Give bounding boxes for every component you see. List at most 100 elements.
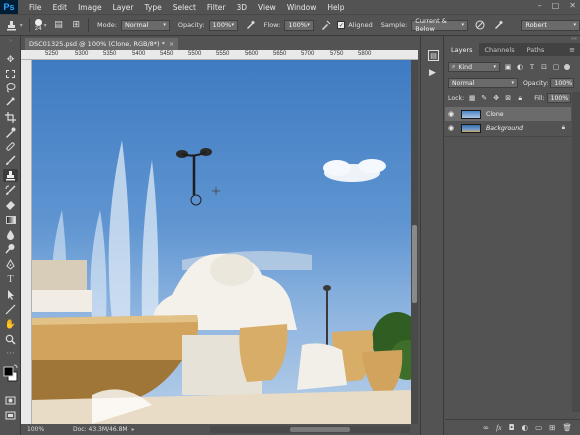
zoom-level[interactable]: 100% (21, 426, 55, 433)
new-adjustment-layer-icon[interactable]: ◐ (522, 423, 529, 432)
collapse-panel-icon[interactable]: «« (571, 36, 577, 42)
brush-settings-panel-icon[interactable]: ▤ (53, 19, 65, 31)
mode-select[interactable]: Normal ▾ (120, 19, 170, 31)
actions-panel-icon[interactable]: ▶ (429, 68, 436, 78)
dodge-icon[interactable] (3, 242, 18, 255)
fill-field[interactable]: 100% (546, 93, 571, 103)
zoom-icon[interactable] (3, 333, 18, 346)
gradient-icon[interactable] (3, 213, 18, 226)
layer-row-clone[interactable]: ◉ Clone (445, 107, 571, 121)
chevron-down-icon[interactable]: ▾ (20, 22, 23, 29)
workspace-select[interactable]: Robert ▾ (521, 19, 580, 31)
shape-filter-icon[interactable]: ⊡ (540, 63, 548, 71)
more-tools-icon[interactable]: ··· (3, 347, 18, 360)
document-canvas[interactable] (32, 60, 411, 424)
eyedropper-icon[interactable] (3, 126, 18, 139)
colors-icon[interactable] (3, 362, 18, 384)
blend-row: Normal ▾ Opacity: 100% (445, 78, 580, 88)
link-layers-icon[interactable]: ∞ (483, 423, 489, 432)
lock-position-icon[interactable]: ✥ (492, 94, 500, 102)
vertical-scrollbar[interactable] (411, 60, 418, 424)
history-brush-icon[interactable] (3, 184, 18, 197)
pen-icon[interactable] (3, 258, 18, 271)
eraser-icon[interactable] (3, 198, 18, 211)
pressure-opacity-icon[interactable] (244, 19, 256, 31)
collapse-tools-icon[interactable]: » (3, 38, 18, 44)
panel-menu-icon[interactable]: ≡ (569, 43, 580, 56)
menu-edit[interactable]: Edit (53, 3, 68, 12)
vertical-scroll-thumb[interactable] (412, 225, 417, 303)
blend-mode-select[interactable]: Normal ▾ (448, 78, 518, 88)
chevron-down-icon[interactable]: ▾ (44, 22, 47, 29)
kind-filter-select[interactable]: ⌕ Kind ▾ (448, 62, 500, 72)
clone-stamp-preset-icon[interactable] (6, 19, 18, 31)
layer-opacity-field[interactable]: 100% (550, 78, 575, 88)
clone-stamp-icon[interactable] (3, 169, 18, 182)
menu-view[interactable]: View (258, 3, 276, 12)
add-mask-icon[interactable]: ◘ (509, 423, 515, 432)
menu-3d[interactable]: 3D (236, 3, 247, 12)
layers-scrollbar[interactable] (572, 92, 580, 412)
brush-size-picker[interactable]: 24 (34, 18, 42, 32)
type-filter-icon[interactable]: T (528, 63, 536, 71)
screen-mode-icon[interactable] (3, 409, 18, 422)
menu-window[interactable]: Window (287, 3, 317, 12)
lock-pixels-icon[interactable]: ✎ (480, 94, 488, 102)
smart-object-filter-icon[interactable]: ▢ (552, 63, 560, 71)
history-panel-icon[interactable]: ▤ (428, 50, 439, 61)
sample-select[interactable]: Current & Below ▾ (411, 17, 468, 33)
airbrush-icon[interactable] (320, 19, 332, 31)
adjustment-filter-icon[interactable]: ◐ (516, 63, 524, 71)
menu-file[interactable]: File (29, 3, 42, 12)
brush-icon[interactable] (3, 154, 18, 167)
layer-row-background[interactable]: ◉ Background 🔒︎ (445, 121, 571, 135)
menu-filter[interactable]: Filter (207, 3, 226, 12)
lock-all-icon[interactable]: 🔒︎ (516, 94, 524, 102)
line-icon[interactable] (3, 303, 18, 316)
tab-channels[interactable]: Channels (479, 43, 521, 56)
maximize-icon[interactable]: □ (552, 1, 560, 10)
crop-icon[interactable] (3, 111, 18, 124)
menu-help[interactable]: Help (327, 3, 344, 12)
flow-field[interactable]: 100% ▾ (284, 19, 314, 31)
move-icon[interactable]: ✥ (3, 53, 18, 66)
new-group-icon[interactable]: ▭ (535, 423, 542, 432)
aligned-checkbox[interactable]: ✓ (337, 21, 346, 29)
horizontal-scroll-thumb[interactable] (290, 427, 350, 432)
blur-icon[interactable] (3, 228, 18, 241)
pixel-filter-icon[interactable]: ▣ (504, 63, 512, 71)
lasso-icon[interactable] (3, 81, 18, 94)
delete-layer-icon[interactable]: 🗑︎ (562, 423, 572, 432)
close-tab-icon[interactable]: × (169, 40, 174, 48)
opacity-field[interactable]: 100% ▾ (208, 19, 238, 31)
marquee-icon[interactable] (3, 67, 18, 80)
tab-layers[interactable]: Layers (445, 43, 479, 56)
visibility-eye-icon[interactable]: ◉ (445, 110, 457, 118)
photo-image (32, 140, 411, 424)
pressure-size-icon[interactable] (492, 19, 504, 31)
document-tab[interactable]: DSC01325.psd @ 100% (Clone, RGB/8*) * × (25, 38, 179, 50)
visibility-eye-icon[interactable]: ◉ (445, 124, 457, 132)
menu-image[interactable]: Image (78, 3, 102, 12)
clone-source-panel-icon[interactable]: ⊞ (70, 19, 82, 31)
minimize-icon[interactable]: – (538, 1, 542, 10)
new-layer-icon[interactable]: ⊞ (549, 423, 555, 432)
filter-toggle-icon[interactable] (564, 64, 570, 70)
tab-paths[interactable]: Paths (521, 43, 551, 56)
quick-select-icon[interactable] (3, 95, 18, 108)
status-menu-icon[interactable]: ▸ (132, 426, 135, 433)
type-icon[interactable]: T (3, 273, 18, 286)
ignore-adjustment-layers-icon[interactable] (474, 19, 486, 31)
menu-select[interactable]: Select (173, 3, 196, 12)
layer-style-icon[interactable]: fx (496, 423, 501, 432)
close-icon[interactable]: ✕ (569, 1, 576, 10)
menu-layer[interactable]: Layer (113, 3, 134, 12)
menu-type[interactable]: Type (145, 3, 162, 12)
path-select-icon[interactable] (3, 288, 18, 301)
horizontal-scrollbar[interactable] (210, 426, 410, 433)
healing-icon[interactable] (3, 140, 18, 153)
hand-icon[interactable]: ✋ (3, 318, 18, 331)
artboard-lock-icon[interactable]: ⊠ (504, 94, 512, 102)
quick-mask-icon[interactable] (3, 394, 18, 407)
lock-transparent-icon[interactable]: ▦ (468, 94, 476, 102)
